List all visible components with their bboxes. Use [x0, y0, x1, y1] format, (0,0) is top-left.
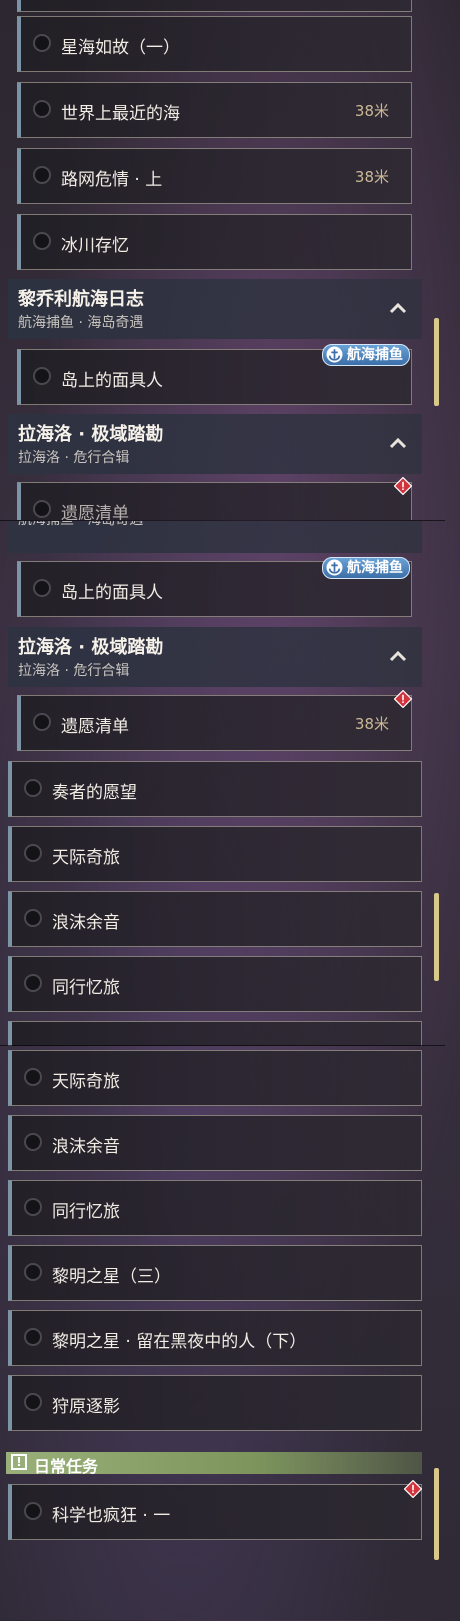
quest-group-header[interactable]: 航海捕鱼 · 海岛奇遇 — [8, 520, 422, 553]
quest-item[interactable]: 黎明之星 · 留在黑夜中的人（下） — [8, 1310, 422, 1366]
alert-diamond-icon — [394, 477, 412, 495]
fishing-badge: 航海捕鱼 — [322, 344, 410, 366]
quest-item-partial[interactable] — [17, 0, 412, 12]
quest-item-label: 岛上的面具人 — [61, 583, 163, 603]
quest-status-circle — [24, 909, 42, 927]
quest-group-header[interactable]: 拉海洛 · 极域踏勘 拉海洛 · 危行合辑 — [8, 627, 422, 687]
quest-item-label: 同行忆旅 — [52, 1202, 120, 1222]
quest-group-header[interactable]: 拉海洛 · 极域踏勘 拉海洛 · 危行合辑 — [8, 414, 422, 474]
quest-item[interactable]: 星海如故（一） — [17, 16, 412, 72]
quest-status-circle — [24, 1263, 42, 1281]
quest-status-circle — [33, 100, 51, 118]
quest-item-label: 狩原逐影 — [52, 1397, 120, 1417]
quest-item-label: 黎明之星 · 留在黑夜中的人（下） — [52, 1332, 307, 1352]
badge-label: 航海捕鱼 — [347, 560, 403, 576]
quest-item-label: 浪沫余音 — [52, 913, 120, 933]
quest-item[interactable]: 冰川存忆 — [17, 214, 412, 270]
quest-item-label: 遗愿清单 — [61, 717, 129, 737]
fishing-badge: 航海捕鱼 — [322, 557, 410, 579]
anchor-icon — [326, 559, 343, 576]
quest-item[interactable]: 天际奇旅 — [8, 1050, 422, 1106]
quest-status-circle — [24, 1502, 42, 1520]
quest-item-label: 岛上的面具人 — [61, 371, 163, 391]
alert-diamond-icon — [394, 690, 412, 708]
quest-group-subtitle: 拉海洛 · 危行合辑 — [18, 450, 130, 466]
scrollbar-thumb[interactable] — [434, 893, 439, 981]
anchor-icon — [326, 346, 343, 363]
quest-item[interactable]: 浪沫余音 — [8, 1115, 422, 1171]
badge-label: 航海捕鱼 — [347, 347, 403, 363]
scrollbar-thumb[interactable] — [434, 1468, 439, 1560]
quest-status-circle — [24, 779, 42, 797]
quest-item[interactable]: 奏者的愿望 — [8, 761, 422, 817]
quest-status-circle — [24, 1198, 42, 1216]
chevron-up-icon[interactable] — [388, 647, 408, 667]
quest-item-label: 冰川存忆 — [61, 236, 129, 256]
quest-group-title: 拉海洛 · 极域踏勘 — [18, 424, 164, 445]
quest-status-circle — [24, 844, 42, 862]
quest-list-panel-3: 天际奇旅 浪沫余音 同行忆旅 黎明之星（三） 黎明之星 · 留在黑夜中的人（下）… — [0, 1045, 445, 1621]
quest-group-title: 黎乔利航海日志 — [18, 289, 144, 310]
quest-group-subtitle: 拉海洛 · 危行合辑 — [18, 663, 130, 679]
quest-item-label: 星海如故（一） — [61, 38, 180, 58]
daily-quests-label: 日常任务 — [34, 1457, 99, 1476]
quest-item[interactable]: 狩原逐影 — [8, 1375, 422, 1431]
quest-item[interactable]: 科学也疯狂 · 一 — [8, 1484, 422, 1540]
quest-item-label: 浪沫余音 — [52, 1137, 120, 1157]
quest-group-subtitle: 航海捕鱼 · 海岛奇遇 — [18, 315, 144, 331]
quest-status-circle — [33, 713, 51, 731]
quest-item-label: 天际奇旅 — [52, 1072, 120, 1092]
quest-status-circle — [24, 1328, 42, 1346]
quest-status-circle — [24, 1133, 42, 1151]
quest-group-header[interactable]: 黎乔利航海日志 航海捕鱼 · 海岛奇遇 — [8, 279, 422, 339]
quest-distance: 38米 — [354, 168, 389, 186]
quest-item[interactable]: 世界上最近的海 38米 — [17, 82, 412, 138]
quest-item-label: 遗愿清单 — [61, 504, 129, 520]
quest-item-label: 奏者的愿望 — [52, 783, 137, 803]
quest-item-partial[interactable]: 遗愿清单 — [17, 482, 412, 520]
quest-status-circle — [24, 1393, 42, 1411]
quest-distance: 38米 — [354, 715, 389, 733]
quest-status-circle — [33, 232, 51, 250]
quest-item[interactable]: 浪沫余音 — [8, 891, 422, 947]
quest-status-circle — [24, 974, 42, 992]
scrollbar-thumb[interactable] — [434, 318, 439, 406]
quest-status-circle — [33, 34, 51, 52]
quest-item[interactable]: 黎明之星（三） — [8, 1245, 422, 1301]
quest-distance: 38米 — [354, 102, 389, 120]
quest-item-label: 世界上最近的海 — [61, 104, 180, 124]
quest-item[interactable]: 同行忆旅 — [8, 956, 422, 1012]
quest-item-label: 路网危情 · 上 — [61, 170, 163, 190]
quest-item-label: 同行忆旅 — [52, 978, 120, 998]
quest-status-circle — [24, 1068, 42, 1086]
quest-status-circle — [33, 367, 51, 385]
daily-quests-header[interactable]: ! 日常任务 — [6, 1452, 422, 1476]
quest-list-panel-1: 星海如故（一） 世界上最近的海 38米 路网危情 · 上 38米 冰川存忆 黎乔… — [0, 0, 445, 520]
quest-item-label: 天际奇旅 — [52, 848, 120, 868]
chevron-up-icon[interactable] — [388, 299, 408, 319]
exclamation-icon: ! — [11, 1454, 27, 1470]
quest-item[interactable]: 路网危情 · 上 38米 — [17, 148, 412, 204]
quest-item[interactable]: 同行忆旅 — [8, 1180, 422, 1236]
quest-item[interactable]: 遗愿清单 38米 — [17, 695, 412, 751]
quest-list-panel-2: 航海捕鱼 · 海岛奇遇 岛上的面具人 航海捕鱼 拉海洛 · 极域踏勘 拉海洛 ·… — [0, 520, 445, 1046]
quest-item[interactable]: 天际奇旅 — [8, 826, 422, 882]
alert-diamond-icon — [404, 1480, 422, 1498]
quest-group-subtitle: 航海捕鱼 · 海岛奇遇 — [18, 520, 144, 528]
chevron-up-icon[interactable] — [388, 434, 408, 454]
quest-status-circle — [33, 166, 51, 184]
quest-item-label: 黎明之星（三） — [52, 1267, 171, 1287]
quest-group-title: 拉海洛 · 极域踏勘 — [18, 637, 164, 658]
quest-status-circle — [33, 500, 51, 518]
quest-item-partial[interactable] — [8, 1021, 422, 1046]
quest-item-label: 科学也疯狂 · 一 — [52, 1506, 171, 1526]
quest-status-circle — [33, 579, 51, 597]
